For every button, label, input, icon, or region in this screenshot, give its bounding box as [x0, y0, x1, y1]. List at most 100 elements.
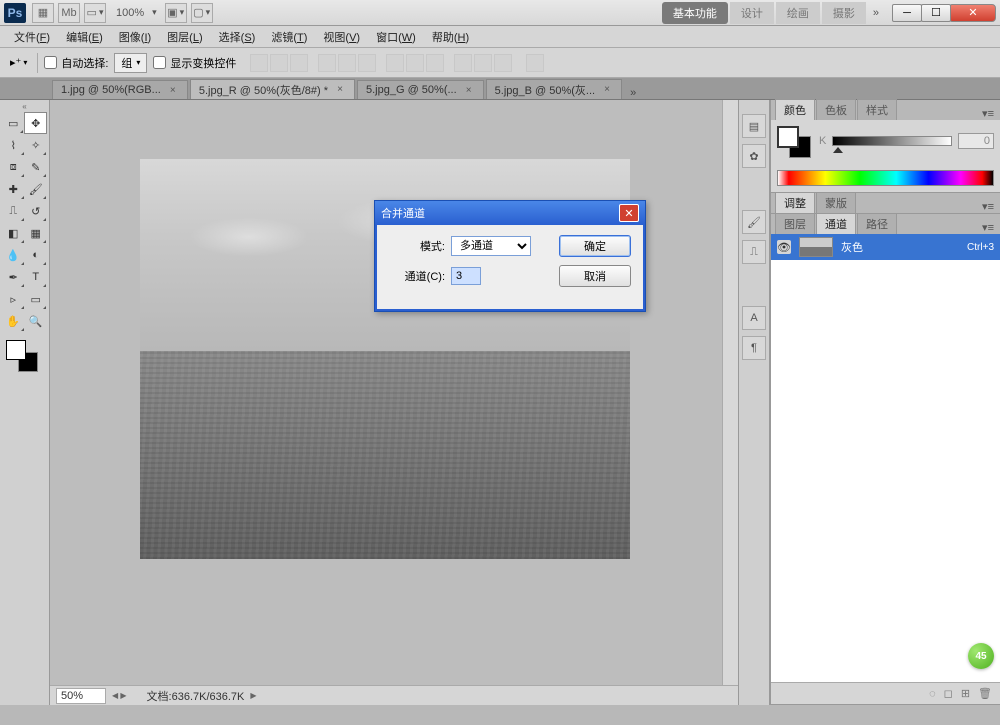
- menu-filter[interactable]: 滤镜(T): [263, 27, 315, 47]
- doc-tab[interactable]: 1.jpg @ 50%(RGB...×: [52, 80, 188, 99]
- workspace-more-icon[interactable]: »: [867, 7, 885, 19]
- gradient-tool[interactable]: ▦: [25, 222, 48, 244]
- menu-image[interactable]: 图像(I): [111, 27, 159, 47]
- doc-tab[interactable]: 5.jpg_R @ 50%(灰色/8#) *×: [190, 79, 355, 99]
- menu-window[interactable]: 窗口(W): [368, 27, 424, 47]
- arrange-docs-icon[interactable]: ▣▾: [165, 3, 187, 23]
- shape-tool[interactable]: ▭: [25, 288, 48, 310]
- tab-color[interactable]: 颜色: [775, 99, 815, 120]
- marquee-tool[interactable]: ▭: [2, 112, 24, 134]
- hand-tool[interactable]: ✋: [2, 310, 25, 332]
- tab-close-icon[interactable]: ×: [463, 84, 475, 96]
- color-swatches[interactable]: [2, 338, 47, 374]
- channels-input[interactable]: [451, 267, 481, 285]
- maximize-button[interactable]: ☐: [921, 4, 951, 22]
- visibility-icon[interactable]: 👁: [777, 240, 791, 254]
- spectrum-ramp[interactable]: [777, 170, 994, 186]
- stamp-tool[interactable]: ⎍: [2, 200, 25, 222]
- save-selection-icon[interactable]: ◻: [944, 687, 953, 700]
- vertical-scrollbar[interactable]: [722, 100, 738, 705]
- notification-badge[interactable]: 45: [968, 643, 994, 669]
- panel-menu-icon[interactable]: ▾≡: [976, 200, 1000, 213]
- cancel-button[interactable]: 取消: [559, 265, 631, 287]
- channel-row[interactable]: 👁 灰色 Ctrl+3: [771, 234, 1000, 260]
- panel-swatches[interactable]: [777, 126, 813, 156]
- tab-masks[interactable]: 蒙版: [816, 192, 856, 213]
- tab-close-icon[interactable]: ×: [167, 84, 179, 96]
- menu-file[interactable]: 文件(F): [6, 27, 58, 47]
- move-tool[interactable]: ✥: [24, 112, 47, 134]
- tab-styles[interactable]: 样式: [857, 99, 897, 120]
- lasso-tool[interactable]: ⌇: [2, 134, 25, 156]
- menu-layer[interactable]: 图层(L): [159, 27, 210, 47]
- new-channel-icon[interactable]: ⊞: [961, 687, 970, 700]
- mode-select[interactable]: 多通道: [451, 236, 531, 256]
- distribute-btn[interactable]: [386, 54, 404, 72]
- history-brush-tool[interactable]: ↺: [25, 200, 48, 222]
- dialog-title-bar[interactable]: 合并通道 ✕: [375, 201, 645, 225]
- pen-tool[interactable]: ✒: [2, 266, 25, 288]
- foreground-swatch[interactable]: [6, 340, 26, 360]
- align-btn[interactable]: [338, 54, 356, 72]
- minibridge-icon[interactable]: Mb: [58, 3, 80, 23]
- load-selection-icon[interactable]: ◌: [929, 688, 936, 700]
- tab-close-icon[interactable]: ×: [334, 84, 346, 96]
- brush-tool[interactable]: 🖌: [25, 178, 48, 200]
- align-btn[interactable]: [358, 54, 376, 72]
- align-btn[interactable]: [270, 54, 288, 72]
- align-btn[interactable]: [250, 54, 268, 72]
- auto-select-dropdown[interactable]: 组▾: [114, 53, 147, 73]
- delete-channel-icon[interactable]: 🗑: [978, 687, 992, 700]
- current-tool-icon[interactable]: ▸⁺ ▾: [6, 54, 31, 71]
- type-tool[interactable]: T: [25, 266, 48, 288]
- zoom-input[interactable]: 50%: [56, 688, 106, 704]
- tab-paths[interactable]: 路径: [857, 213, 897, 234]
- tab-layers[interactable]: 图层: [775, 213, 815, 234]
- eraser-tool[interactable]: ◧: [2, 222, 25, 244]
- distribute-btn[interactable]: [494, 54, 512, 72]
- align-btn[interactable]: [318, 54, 336, 72]
- zoom-tool[interactable]: 🔍: [25, 310, 48, 332]
- menu-help[interactable]: 帮助(H): [424, 27, 477, 47]
- close-button[interactable]: ✕: [950, 4, 996, 22]
- toolbox-collapse-icon[interactable]: «: [2, 102, 47, 112]
- doc-tab[interactable]: 5.jpg_G @ 50%(...×: [357, 80, 484, 99]
- actions-panel-icon[interactable]: ✿: [742, 144, 766, 168]
- auto-select-checkbox[interactable]: 自动选择:: [44, 55, 108, 71]
- menu-select[interactable]: 选择(S): [211, 27, 264, 47]
- workspace-photo[interactable]: 摄影: [822, 2, 866, 24]
- distribute-btn[interactable]: [426, 54, 444, 72]
- panel-menu-icon[interactable]: ▾≡: [976, 221, 1000, 234]
- distribute-btn[interactable]: [454, 54, 472, 72]
- align-btn[interactable]: [290, 54, 308, 72]
- workspace-paint[interactable]: 绘画: [776, 2, 820, 24]
- path-select-tool[interactable]: ▹: [2, 288, 25, 310]
- wand-tool[interactable]: ✧: [25, 134, 48, 156]
- heal-tool[interactable]: ✚: [2, 178, 25, 200]
- doc-tab[interactable]: 5.jpg_B @ 50%(灰...×: [486, 79, 622, 99]
- menu-view[interactable]: 视图(V): [315, 27, 368, 47]
- paragraph-panel-icon[interactable]: ¶: [742, 336, 766, 360]
- dodge-tool[interactable]: ◐: [25, 244, 48, 266]
- workspace-essentials[interactable]: 基本功能: [662, 2, 728, 24]
- ok-button[interactable]: 确定: [559, 235, 631, 257]
- tab-channels[interactable]: 通道: [816, 213, 856, 234]
- k-slider[interactable]: [832, 136, 952, 146]
- tabs-overflow-icon[interactable]: »: [624, 87, 642, 99]
- zoom-level[interactable]: 100%: [116, 7, 144, 19]
- view-extras-icon[interactable]: ▭▾: [84, 3, 106, 23]
- k-value-field[interactable]: 0: [958, 133, 994, 149]
- distribute-btn[interactable]: [406, 54, 424, 72]
- brush-panel-icon[interactable]: 🖌: [742, 210, 766, 234]
- blur-tool[interactable]: 💧: [2, 244, 25, 266]
- history-panel-icon[interactable]: ▤: [742, 114, 766, 138]
- screen-mode-icon[interactable]: ▢▾: [191, 3, 213, 23]
- tab-close-icon[interactable]: ×: [601, 84, 613, 96]
- eyedropper-tool[interactable]: ✎: [25, 156, 48, 178]
- character-panel-icon[interactable]: A: [742, 306, 766, 330]
- workspace-design[interactable]: 设计: [730, 2, 774, 24]
- minimize-button[interactable]: ─: [892, 4, 922, 22]
- panel-menu-icon[interactable]: ▾≡: [976, 107, 1000, 120]
- crop-tool[interactable]: ⧈: [2, 156, 25, 178]
- bridge-icon[interactable]: ▦: [32, 3, 54, 23]
